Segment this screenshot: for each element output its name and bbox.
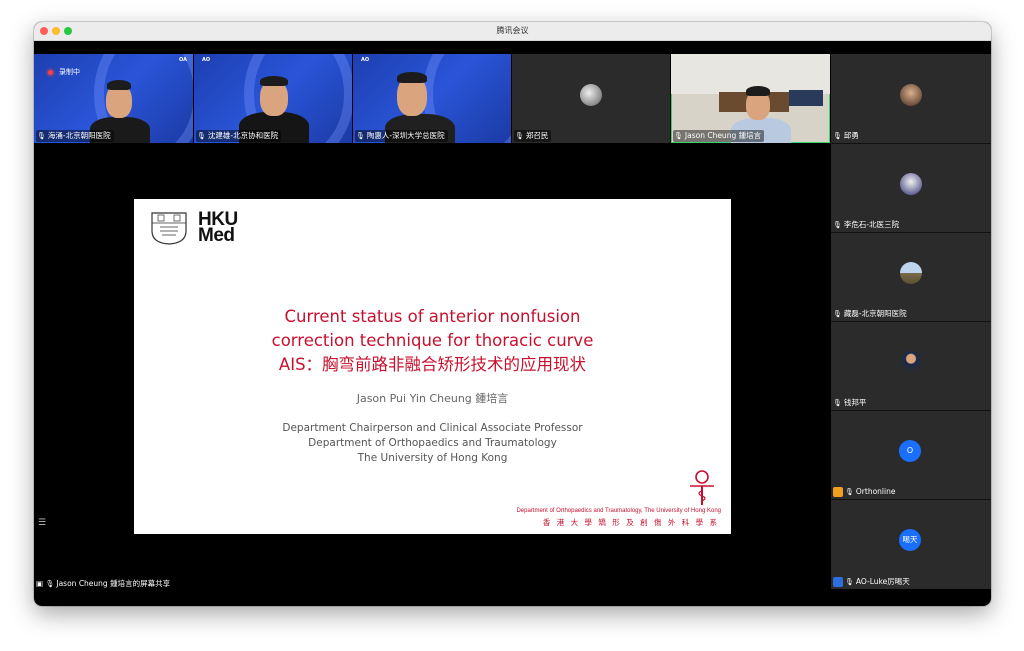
participant-name: 🎙 Orthonline (833, 486, 895, 498)
mic-icon: 🎙 (845, 488, 854, 496)
avatar (580, 84, 602, 106)
hku-med-logo: HKU Med (198, 209, 238, 246)
participant-name: 🎙 钱邦平 (833, 398, 867, 407)
user-badge-icon (833, 487, 843, 497)
avatar-initial: O (899, 440, 921, 462)
avatar (900, 351, 922, 373)
recording-indicator: 录制中 (48, 67, 80, 77)
participant-name: 🎙 AO-Luke厉晹天 (833, 576, 910, 588)
participant-tile[interactable]: 🎙 邱勇 (831, 54, 991, 144)
ao-logo-icon: AO (361, 57, 370, 63)
participant-name: 🎙 郑召民 (514, 130, 552, 142)
participant-name: 🎙 沈建雄-北京协和医院 (196, 130, 282, 142)
mic-icon: 🎙 (833, 221, 842, 229)
mic-icon: 🎙 (833, 310, 842, 318)
meeting-window: 腾讯会议 录制中 OA 🎙 海涌-北京朝阳医院 AO 🎙 沈建雄-北京协和医院 AO (34, 22, 991, 606)
avatar (900, 173, 922, 195)
participant-tile[interactable]: 🎙 郑召民 (512, 54, 670, 143)
participant-tile[interactable]: 🎙 钱邦平 (831, 322, 991, 411)
slide-author: Jason Pui Yin Cheung 鍾培言 (356, 392, 509, 405)
participant-name: 🎙 李危石-北医三院 (833, 220, 900, 229)
avatar (900, 84, 922, 106)
mic-icon: 🎙 (45, 580, 55, 588)
mic-icon: 🎙 (356, 132, 365, 140)
window-title: 腾讯会议 (496, 26, 529, 35)
ao-logo-icon: AO (202, 57, 211, 63)
ao-logo-icon: OA (179, 57, 187, 63)
mic-icon: 🎙 (845, 578, 854, 586)
mic-icon: 🎙 (674, 132, 683, 140)
record-dot-icon (48, 69, 53, 75)
title-bar: 腾讯会议 (34, 22, 991, 41)
hku-crest-icon (151, 212, 187, 245)
mic-icon: 🎙 (833, 399, 842, 407)
participant-tile[interactable]: 晹天 🎙 AO-Luke厉晹天 (831, 500, 991, 589)
list-icon[interactable]: ☰ (38, 518, 46, 528)
participant-name: 🎙 邱勇 (833, 131, 859, 140)
participant-tile[interactable]: AO 🎙 沈建雄-北京协和医院 (194, 54, 352, 143)
department-emblem-icon (690, 470, 714, 505)
participant-name: 🎙 藏磊-北京朝阳医院 (833, 309, 907, 318)
participant-tile[interactable]: 🎙 藏磊-北京朝阳医院 (831, 233, 991, 322)
participant-tile[interactable]: AO 🎙 陶惠人-深圳大学总医院 (353, 54, 511, 143)
participant-tile-active-speaker[interactable]: 🎙 Jason Cheung 鍾培言 (671, 54, 830, 143)
participant-tile[interactable]: 录制中 OA 🎙 海涌-北京朝阳医院 (34, 54, 193, 143)
avatar-initial: 晹天 (899, 529, 921, 551)
participant-tile[interactable]: 🎙 李危石-北医三院 (831, 144, 991, 233)
department-name-zh: 香 港 大 學 矯 形 及 創 傷 外 科 學 系 (542, 518, 719, 527)
participant-name: 🎙 陶惠人-深圳大学总医院 (355, 130, 448, 142)
screen-share-icon: ▣ (36, 579, 44, 588)
mic-icon: 🎙 (37, 132, 46, 140)
participant-tile[interactable]: O 🎙 Orthonline (831, 411, 991, 500)
user-badge-icon (833, 577, 843, 587)
slide-title: Current status of anterior nonfusion cor… (271, 307, 594, 374)
participant-name: 🎙 海涌-北京朝阳医院 (36, 130, 114, 142)
avatar (900, 262, 922, 284)
department-name-en: Department of Orthopaedics and Traumatol… (516, 508, 721, 514)
participant-name: 🎙 Jason Cheung 鍾培言 (673, 130, 765, 142)
screen-share-label: ▣ 🎙 Jason Cheung 鍾培言的屏幕共享 (36, 579, 171, 588)
mic-icon: 🎙 (515, 132, 524, 140)
mic-icon: 🎙 (197, 132, 206, 140)
slide-affiliation: Department Chairperson and Clinical Asso… (282, 422, 583, 464)
mic-icon: 🎙 (833, 132, 842, 140)
shared-screen-slide: HKU Med Current status of anterior nonfu… (134, 199, 731, 534)
